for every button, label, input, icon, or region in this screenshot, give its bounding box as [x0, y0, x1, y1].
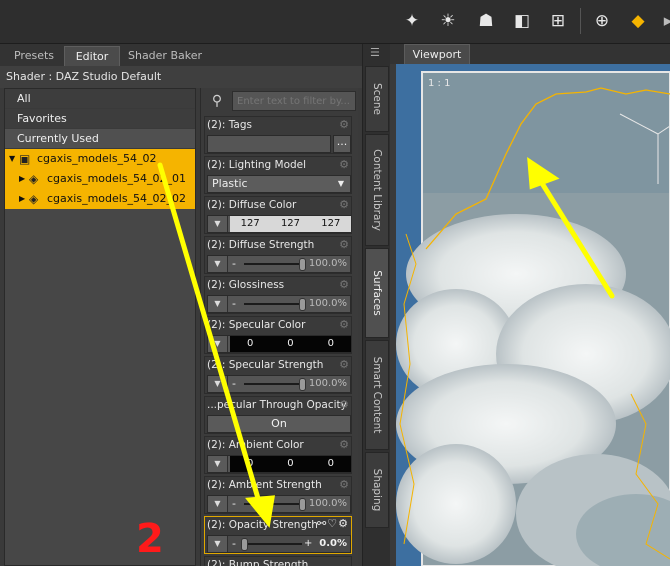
annotation-arrow-head-down: [245, 495, 275, 528]
annotation-arrow-up: [537, 177, 615, 299]
annotation-overlay: 2: [136, 157, 615, 562]
annotation-step-number: 2: [136, 516, 164, 562]
annotation-arrow-down: [157, 162, 265, 515]
annotation-arrow-head-up: [527, 157, 560, 190]
